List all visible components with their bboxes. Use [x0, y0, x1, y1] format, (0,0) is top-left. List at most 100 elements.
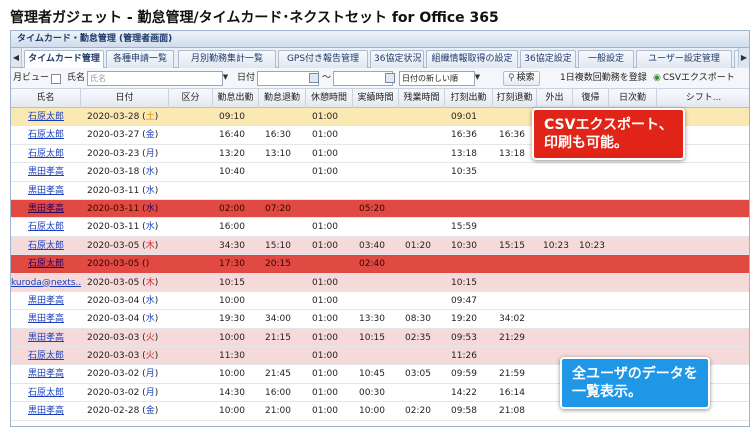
table-row[interactable]: 石原太郎 2020-03-05 () 17:30 20:15 02:40 [11, 255, 749, 274]
overtime-cell [405, 292, 445, 310]
daily-cell [615, 182, 657, 200]
employee-name-link[interactable]: 黒田孝高 [11, 200, 81, 218]
column-header-actual[interactable]: 実績時間 [353, 89, 399, 108]
tab-1[interactable]: 各種申請一覧 [106, 50, 174, 68]
shift-cell [663, 255, 749, 273]
employee-name-link[interactable]: 石原太郎 [11, 145, 81, 163]
kubun-cell [175, 218, 213, 236]
employee-name-link[interactable]: 黒田孝高 [11, 163, 81, 181]
column-header-name[interactable]: 氏名 [11, 89, 81, 108]
column-header-stamp-in[interactable]: 打刻出勤 [445, 89, 493, 108]
tab-0[interactable]: タイムカード管理 [24, 50, 104, 69]
out-cell [543, 182, 573, 200]
employee-name-link[interactable]: 石原太郎 [11, 255, 81, 273]
tab-5[interactable]: 組織情報取得の設定 [426, 50, 518, 68]
overtime-cell [405, 145, 445, 163]
column-header-kubun[interactable]: 区分 [169, 89, 213, 108]
employee-name-link[interactable]: 石原太郎 [11, 384, 81, 402]
column-header-overtime[interactable]: 残業時間 [399, 89, 445, 108]
table-row[interactable]: 黒田孝高 2020-03-11 (水) [11, 181, 749, 200]
employee-name-link[interactable]: 黒田孝高 [11, 329, 81, 347]
table-row[interactable]: kuroda@nexts... 2020-03-05 (木) 10:15 01:00 1… [11, 273, 749, 292]
column-header-kintai-out[interactable]: 勤怠退勤 [259, 89, 306, 108]
kintai-out-cell [265, 347, 306, 365]
employee-name-link[interactable]: kuroda@nexts... [11, 274, 81, 292]
table-row[interactable]: 黒田孝高 2020-03-03 (火) 10:00 21:15 01:00 10:15 02… [11, 328, 749, 348]
shift-cell [663, 310, 749, 328]
employee-name-link[interactable]: 黒田孝高 [11, 310, 81, 328]
name-filter-input[interactable]: 氏名 [87, 71, 223, 86]
table-row[interactable]: 黒田孝高 2020-03-18 (水) 10:40 01:00 10:35 [11, 163, 749, 182]
employee-name-link[interactable]: 黒田孝高 [11, 292, 81, 310]
register-multiple-shifts-link[interactable]: 1日複数回勤務を登録 [560, 71, 647, 86]
tab-2[interactable]: 月別勤務集計一覧 [178, 50, 276, 68]
tab-scroll-left-icon[interactable]: ◀ [11, 48, 22, 67]
tab-3[interactable]: GPS付き報告管理 [278, 50, 368, 68]
daily-cell [615, 218, 657, 236]
date-to-input[interactable] [333, 71, 393, 86]
tab-4[interactable]: 36協定状況 [370, 50, 424, 68]
employee-name-link[interactable]: 黒田孝高 [11, 365, 81, 383]
stamp-out-cell: 21:08 [499, 406, 525, 417]
month-view-label: 月ビュー [13, 73, 50, 83]
column-header-out[interactable]: 外出 [537, 89, 573, 108]
date-text: 2020-02-28 [87, 406, 140, 417]
table-row[interactable]: 黒田孝高 2020-03-04 (水) 10:00 01:00 09:47 [11, 291, 749, 311]
sort-dropdown-icon[interactable]: ▼ [473, 71, 482, 84]
tab-6[interactable]: 36協定設定 [520, 50, 576, 68]
employee-name-link[interactable]: 石原太郎 [11, 347, 81, 365]
out-cell [543, 310, 573, 328]
date-text: 2020-03-11 [87, 222, 140, 233]
break-cell: 01:00 [312, 314, 338, 325]
daily-cell [615, 237, 657, 255]
kintai-out-cell [265, 182, 306, 200]
employee-name-link[interactable]: 石原太郎 [11, 108, 81, 126]
stamp-in-cell: 19:20 [451, 314, 477, 325]
tab-7[interactable]: 一般設定 [578, 50, 634, 68]
employee-name-link[interactable]: 石原太郎 [11, 126, 81, 144]
column-header-break[interactable]: 休憩時間 [306, 89, 353, 108]
employee-name-link[interactable]: 黒田孝高 [11, 182, 81, 200]
month-view-checkbox[interactable] [51, 74, 61, 84]
table-row[interactable]: 黒田孝高 2020-03-11 (水) 02:00 07:20 05:20 [11, 199, 749, 219]
employee-name-link[interactable]: 石原太郎 [11, 218, 81, 236]
date-cell: 2020-03-03 (火) [87, 332, 159, 343]
search-button[interactable]: ⚲ 検索 [503, 71, 540, 86]
stamp-out-cell [499, 163, 537, 181]
column-header-daily[interactable]: 日次勤 [609, 89, 657, 108]
stamp-in-cell: 15:59 [451, 222, 477, 233]
column-header-return[interactable]: 復帰 [573, 89, 609, 108]
column-header-kintai-in[interactable]: 勤怠出勤 [213, 89, 259, 108]
date-to-calendar-icon[interactable] [385, 73, 395, 83]
name-dropdown-icon[interactable]: ▼ [221, 71, 230, 84]
shift-cell [663, 218, 749, 236]
shift-cell [663, 163, 749, 181]
csv-export-link[interactable]: ◉ CSVエクスポート [653, 71, 735, 86]
employee-name-link[interactable]: 石原太郎 [11, 237, 81, 255]
stamp-in-cell: 09:53 [451, 332, 477, 343]
actual-cell: 03:40 [359, 240, 385, 251]
kintai-out-cell: 20:15 [265, 259, 291, 270]
column-header-stamp-out[interactable]: 打刻退勤 [493, 89, 537, 108]
day-of-week: 金 [145, 130, 155, 141]
date-from-calendar-icon[interactable] [309, 73, 319, 83]
column-header-date[interactable]: 日付 [81, 89, 169, 108]
tab-8[interactable]: ユーザー設定管理 [636, 50, 732, 68]
employee-name-link[interactable]: 黒田孝高 [11, 402, 81, 420]
tab-scroll-right-icon[interactable]: ▶ [738, 48, 749, 67]
actual-cell: 00:30 [359, 387, 385, 398]
stamp-in-cell: 10:30 [451, 240, 477, 251]
actual-cell: 10:45 [359, 369, 385, 380]
table-row[interactable]: 石原太郎 2020-03-11 (水) 16:00 01:00 15:59 [11, 218, 749, 237]
csv-export-callout: CSVエクスポート、 印刷も可能。 [532, 108, 685, 161]
day-of-week: 土 [145, 112, 155, 122]
sort-order-select[interactable]: 日付の新しい順 [399, 71, 475, 86]
table-row[interactable]: 石原太郎 2020-03-05 (木) 34:30 15:10 01:00 03:40 01… [11, 236, 749, 256]
return-cell: 10:23 [579, 240, 605, 251]
column-header-shift[interactable]: シフト... [657, 89, 749, 108]
kintai-in-cell [219, 182, 259, 200]
kintai-in-cell: 10:00 [219, 332, 245, 343]
table-row[interactable]: 黒田孝高 2020-03-04 (水) 19:30 34:00 01:00 13:30 08… [11, 310, 749, 329]
stamp-in-cell: 10:15 [451, 277, 477, 288]
date-text: 2020-03-27 [87, 130, 140, 141]
